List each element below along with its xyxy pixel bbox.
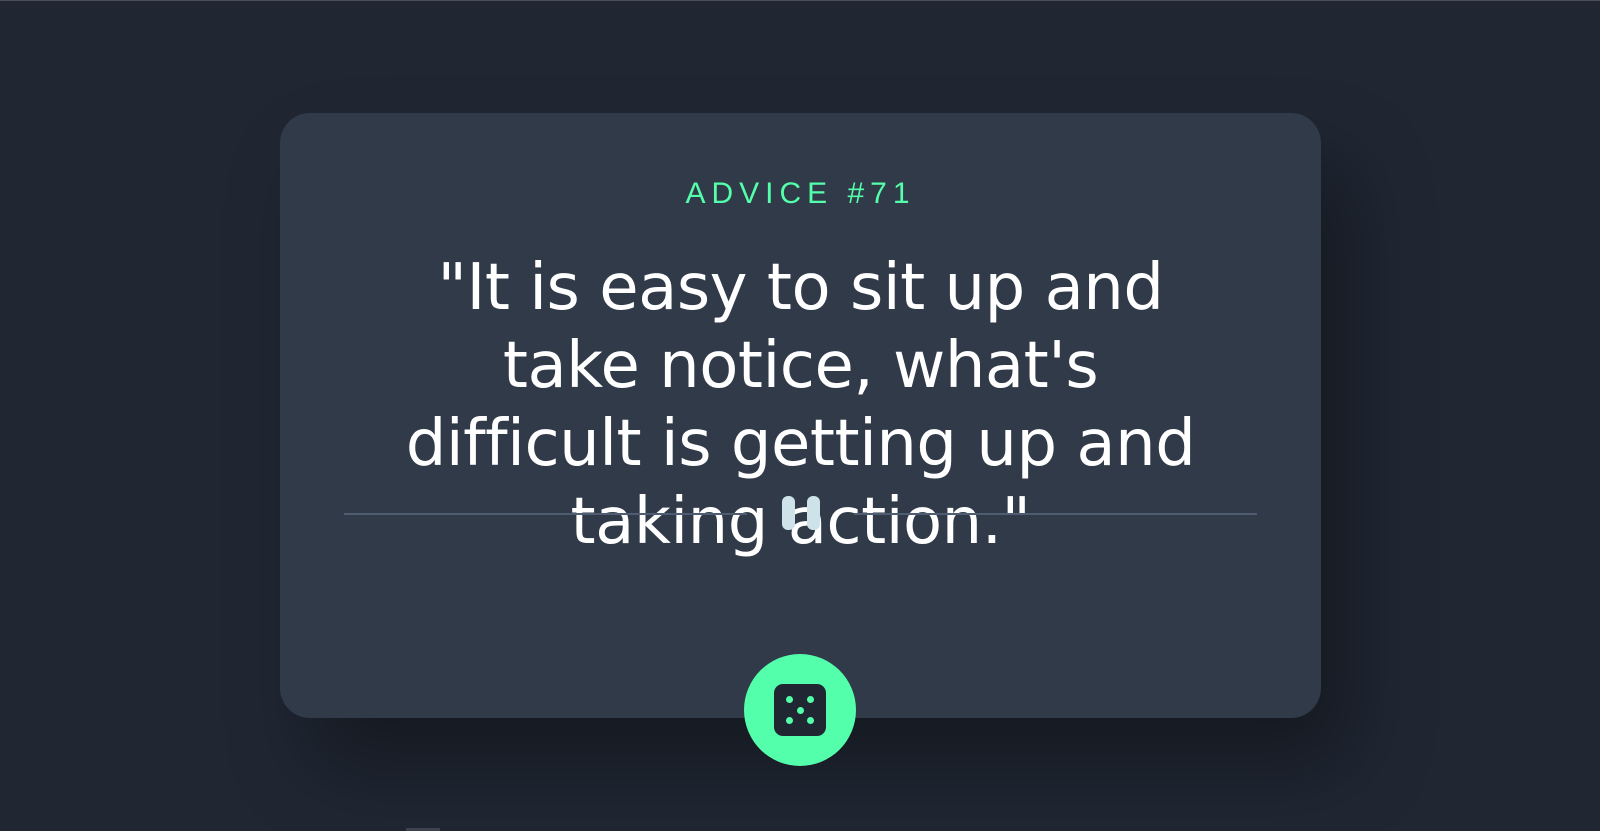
dice-dot [807,696,814,703]
pause-bar-right [806,496,820,530]
divider-line-left [344,513,747,515]
advice-card: ADVICE #71 "It is easy to sit up and tak… [280,113,1321,718]
divider-line-right [854,513,1257,515]
pattern-divider [344,496,1257,532]
dice-icon [774,684,826,736]
dice-dot [786,696,793,703]
page: ADVICE #71 "It is easy to sit up and tak… [0,0,1600,831]
dice-dot [786,717,793,724]
dice-dot [807,717,814,724]
top-border [0,0,1600,1]
pause-icon [780,496,822,532]
advice-id-label: ADVICE #71 [685,177,916,210]
new-advice-button[interactable] [744,654,856,766]
pause-bar-left [781,496,795,530]
dice-dot [796,706,804,714]
